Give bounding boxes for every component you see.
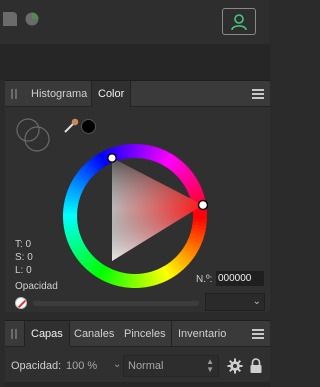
- toolbar-gap: [0, 44, 270, 80]
- blend-mode-select[interactable]: Normal ▲ ▼: [123, 355, 219, 377]
- layer-opacity-value[interactable]: 100 %: [66, 360, 97, 372]
- saturation-readout: S: 0: [15, 252, 33, 263]
- opacity-label: Opacidad: [15, 281, 58, 292]
- hue-readout: T: 0: [15, 239, 32, 250]
- updown-arrows-icon: ▲ ▼: [206, 357, 214, 374]
- tab-capas[interactable]: Capas: [24, 321, 70, 347]
- chevron-down-icon[interactable]: ⌄: [113, 359, 121, 370]
- current-color-swatch[interactable]: [81, 119, 96, 134]
- fill-stroke-swatches[interactable]: [15, 117, 55, 157]
- gear-icon[interactable]: [227, 358, 243, 374]
- color-wheel[interactable]: [62, 143, 208, 289]
- hue-picker-handle[interactable]: [197, 199, 208, 211]
- panel-grip-handle[interactable]: [11, 329, 17, 339]
- hex-label: N.º:: [196, 274, 213, 285]
- panel-menu-button[interactable]: [252, 89, 264, 99]
- tab-color[interactable]: Color: [91, 81, 132, 107]
- lock-icon[interactable]: [249, 358, 263, 374]
- shapes-icon[interactable]: [25, 12, 39, 26]
- blend-mode-value: Normal: [128, 360, 164, 372]
- triangle-picker-handle[interactable]: [107, 153, 117, 163]
- user-button[interactable]: [222, 8, 256, 35]
- hex-input[interactable]: 000000: [216, 271, 264, 286]
- layers-panel-tabbar: Capas Canales Pinceles Inventario: [5, 321, 270, 347]
- layers-panel: Capas Canales Pinceles Inventario Opacid…: [5, 320, 270, 387]
- panel-menu-button[interactable]: [252, 329, 264, 339]
- tab-pinceles[interactable]: Pinceles: [118, 321, 172, 347]
- color-panel-tabbar: Histograma Color: [5, 81, 270, 107]
- no-color-swatch[interactable]: [15, 297, 27, 309]
- user-icon: [231, 13, 247, 30]
- opacity-slider[interactable]: [33, 301, 199, 306]
- panel-grip-handle[interactable]: [11, 89, 17, 99]
- layers-options-row: Opacidad: 100 % ⌄ Normal ▲ ▼: [5, 355, 270, 377]
- color-panel: Histograma Color T: 0 S: 0 L: 0 Opacidad…: [5, 80, 270, 312]
- layer-opacity-label: Opacidad:: [11, 360, 62, 372]
- tab-inventario[interactable]: Inventario: [171, 321, 232, 347]
- tab-canales[interactable]: Canales: [68, 321, 120, 347]
- lightness-readout: L: 0: [15, 265, 32, 276]
- eyedropper-icon[interactable]: [62, 117, 80, 135]
- palette-icon[interactable]: [3, 12, 17, 26]
- color-model-dropdown[interactable]: ⌄: [205, 293, 265, 311]
- tab-histograma[interactable]: Histograma: [25, 81, 93, 107]
- chevron-down-icon: ⌄: [252, 296, 261, 307]
- layers-list-edge: [5, 382, 270, 387]
- top-toolbar: [0, 0, 270, 44]
